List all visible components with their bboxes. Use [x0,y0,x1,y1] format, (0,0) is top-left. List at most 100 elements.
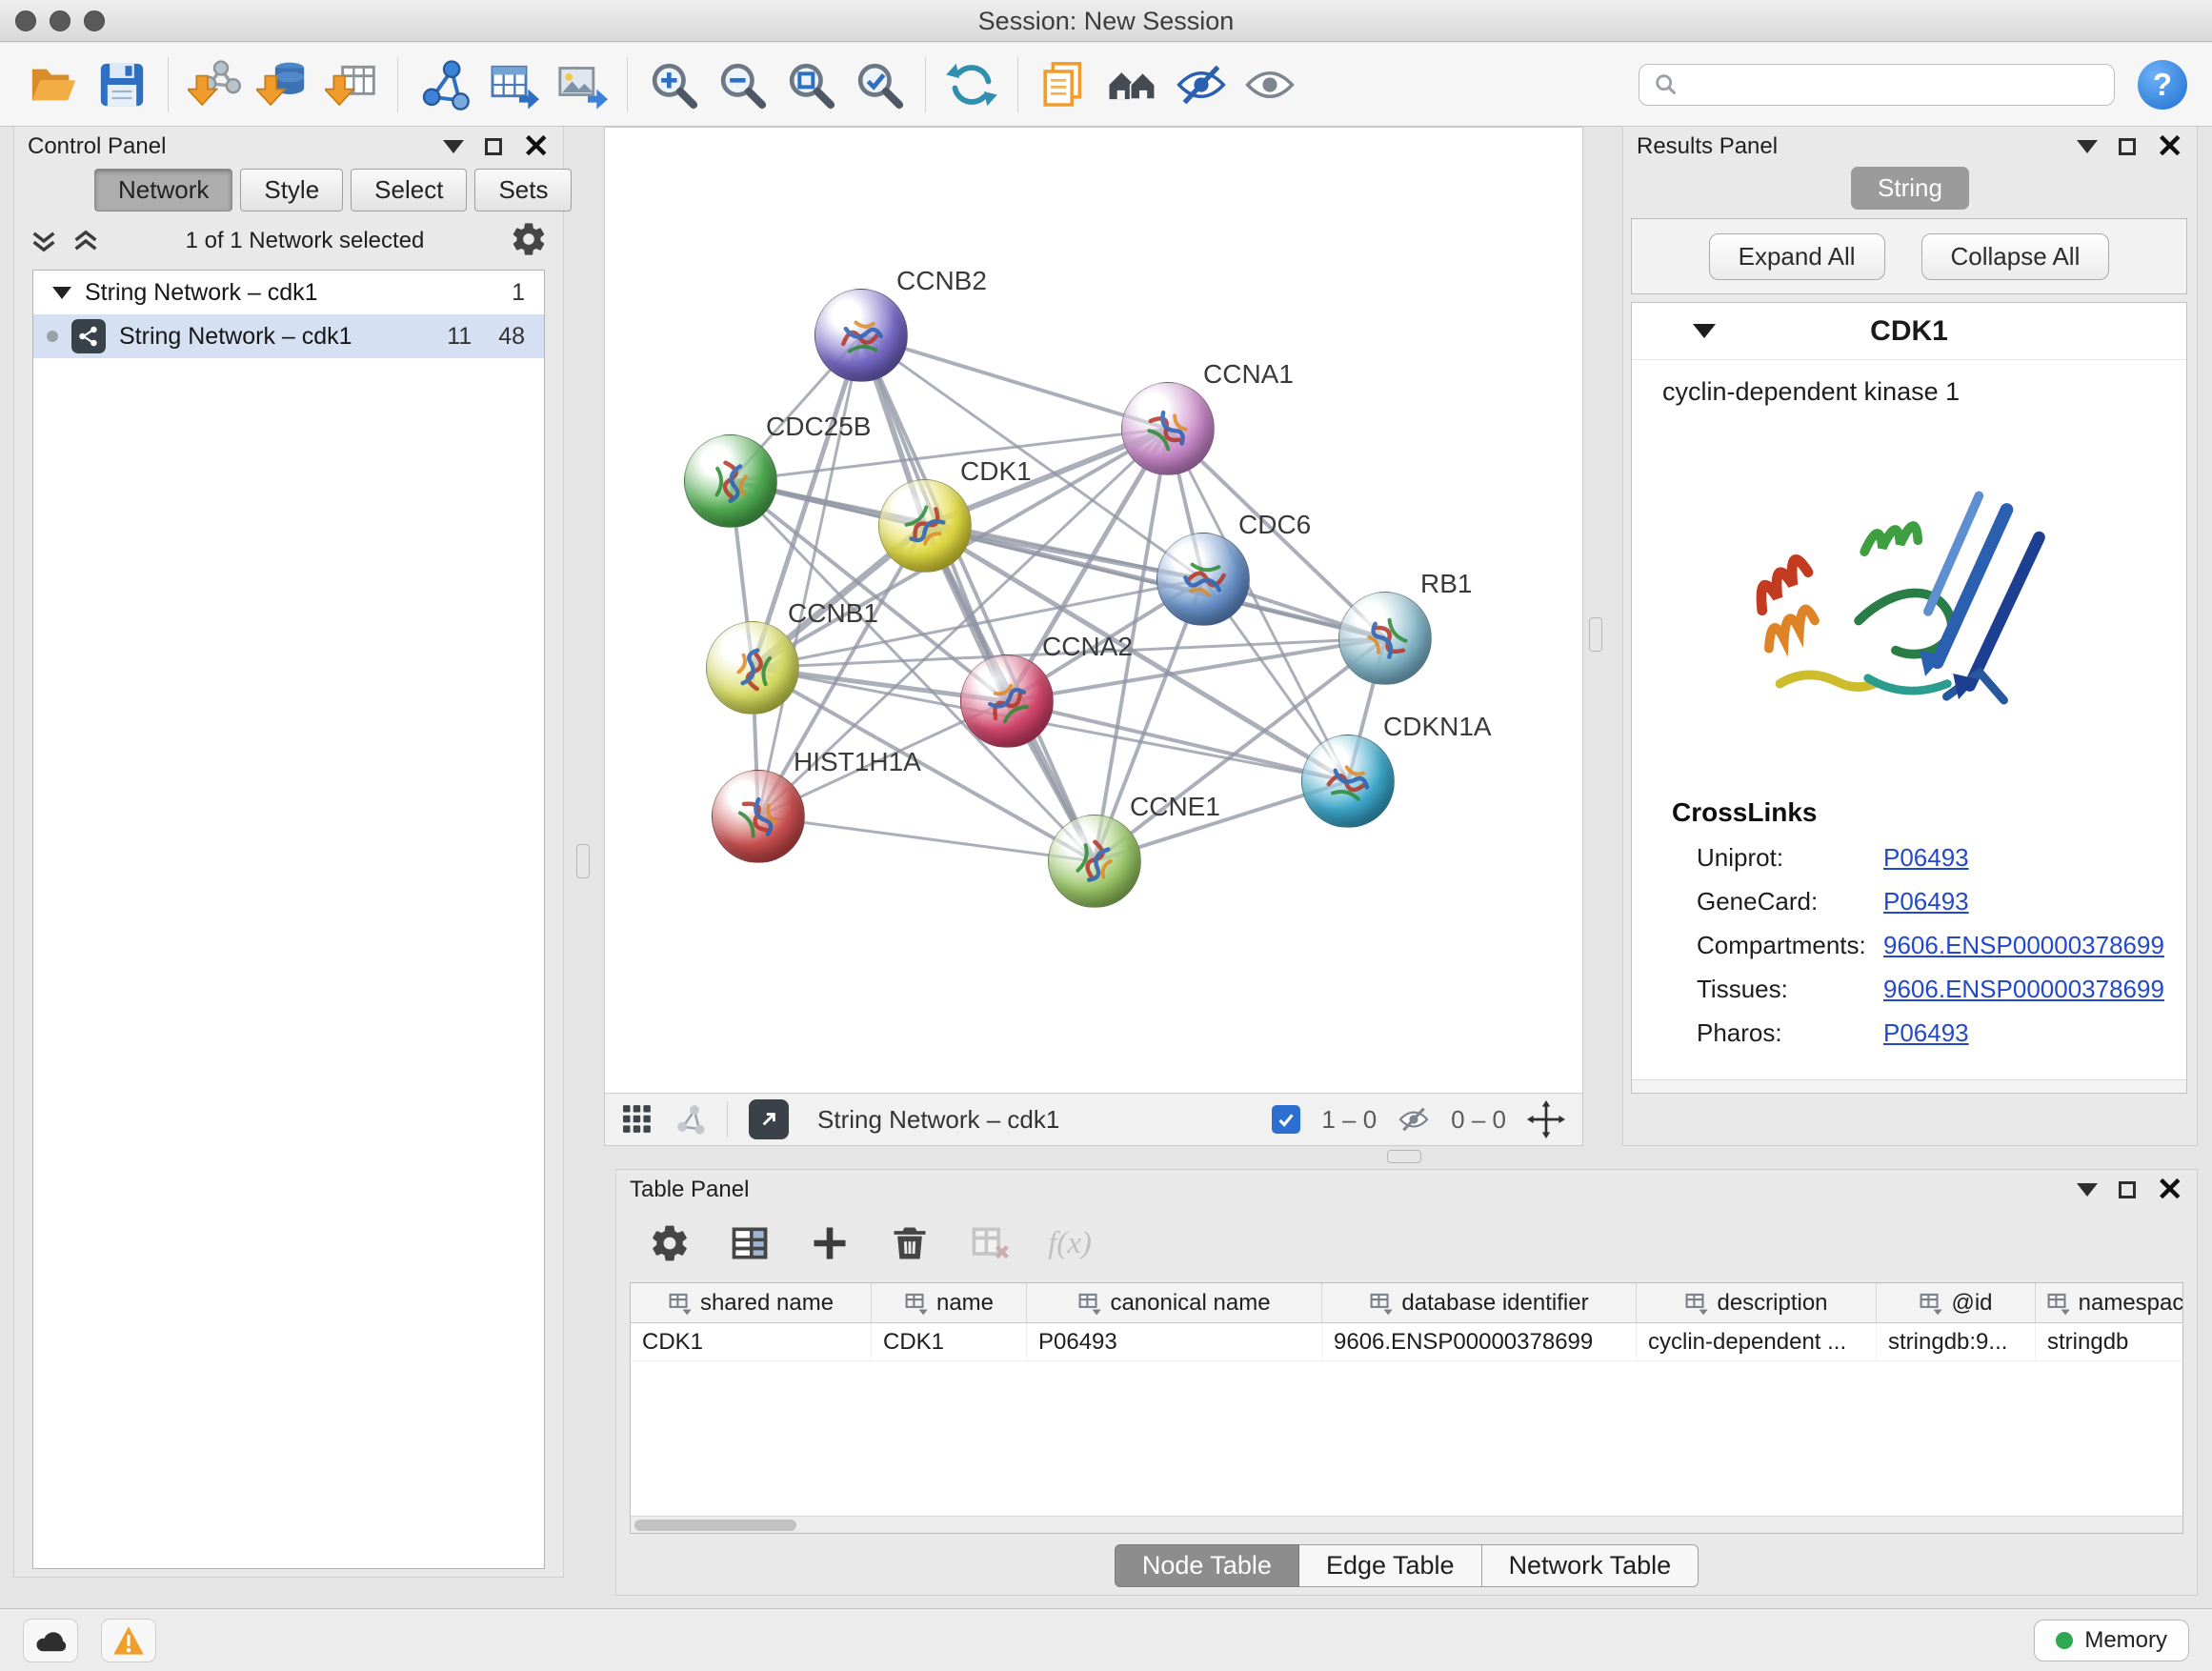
create-column-button[interactable] [805,1218,855,1268]
crosslink-value-link[interactable]: P06493 [1883,843,1969,873]
bottom-splitter-handle[interactable] [1387,1150,1421,1163]
network-row[interactable]: String Network – cdk1 11 48 [33,314,544,358]
network-edge[interactable] [758,816,1095,861]
open-in-new-window-button[interactable] [749,1099,789,1139]
close-panel-icon[interactable]: ✕ [2157,131,2184,163]
collapse-section-icon[interactable] [1693,324,1716,338]
open-session-button[interactable] [19,50,88,119]
tab-sets[interactable]: Sets [474,169,572,211]
scrollbar-thumb[interactable] [634,1520,796,1531]
expand-all-icon[interactable] [71,227,100,255]
network-node-RB1[interactable]: RB1 [1338,592,1432,685]
zoom-in-button[interactable] [639,50,708,119]
export-image-button[interactable] [547,50,615,119]
network-node-CCNA2[interactable]: CCNA2 [960,654,1054,748]
duplicate-button[interactable] [1030,50,1098,119]
grid-view-button[interactable] [622,1104,653,1135]
crosslink-value-link[interactable]: P06493 [1883,887,1969,916]
refresh-button[interactable] [937,50,1006,119]
memory-button[interactable]: Memory [2034,1620,2189,1661]
float-panel-icon[interactable] [2119,1181,2136,1198]
help-button[interactable]: ? [2138,60,2187,110]
hide-selected-button[interactable] [1167,50,1236,119]
export-network-button[interactable] [410,50,478,119]
zoom-out-button[interactable] [708,50,776,119]
network-node-CCNB1[interactable]: CCNB1 [706,621,799,715]
table-horizontal-scrollbar[interactable] [631,1516,2182,1533]
warnings-button[interactable] [101,1619,156,1662]
close-panel-icon[interactable]: ✕ [523,131,551,163]
table-cell[interactable]: stringdb [2036,1323,2183,1360]
crosslink-value-link[interactable]: P06493 [1883,1018,1969,1048]
collapse-all-button[interactable]: Collapse All [1921,233,2110,280]
table-cell[interactable]: CDK1 [872,1323,1027,1360]
table-cell[interactable]: stringdb:9... [1877,1323,2036,1360]
tab-select[interactable]: Select [351,169,467,211]
network-node-CCNE1[interactable]: CCNE1 [1048,815,1141,908]
expand-all-button[interactable]: Expand All [1709,233,1885,280]
crosslink-value-link[interactable]: 9606.ENSP00000378699 [1883,975,2164,1004]
crosslink-value-link[interactable]: 9606.ENSP00000378699 [1883,931,2164,960]
zoom-fit-button[interactable] [776,50,845,119]
export-table-button[interactable] [478,50,547,119]
network-edge[interactable] [861,335,1095,861]
column-header-name[interactable]: name [872,1283,1027,1322]
tab-node-table[interactable]: Node Table [1115,1544,1299,1587]
gene-header-row[interactable]: CDK1 [1632,303,2186,360]
tab-edge-table[interactable]: Edge Table [1299,1544,1482,1587]
network-collection-row[interactable]: String Network – cdk1 1 [33,271,544,314]
column-header-namespac[interactable]: namespac [2036,1283,2183,1322]
table-cell[interactable]: CDK1 [631,1323,872,1360]
results-scrollbar[interactable] [1632,1079,2186,1093]
network-graph[interactable]: CCNB2 CCNA1 CDC25B CDK1 CDC6 RB1 CCNB1 CCNA2 CDK… [605,128,1582,1093]
table-cell[interactable]: P06493 [1027,1323,1322,1360]
cloud-button[interactable] [23,1619,78,1662]
right-splitter-handle[interactable] [1589,617,1602,652]
column-header-shared-name[interactable]: shared name [631,1283,872,1322]
show-columns-button[interactable] [725,1218,774,1268]
network-edge[interactable] [758,335,861,816]
panel-menu-icon[interactable] [2077,1183,2098,1197]
tab-network-table[interactable]: Network Table [1482,1544,1699,1587]
panel-menu-icon[interactable] [443,140,464,153]
tab-network[interactable]: Network [94,169,232,211]
network-node-CCNA1[interactable]: CCNA1 [1121,382,1215,475]
float-panel-icon[interactable] [2119,138,2136,155]
tree-expander-icon[interactable] [52,287,71,299]
table-cell[interactable]: cyclin-dependent ... [1637,1323,1877,1360]
search-input[interactable] [1689,71,2101,98]
tab-style[interactable]: Style [240,169,343,211]
network-node-CDK1[interactable]: CDK1 [878,479,972,573]
collapse-all-icon[interactable] [30,227,58,255]
table-row[interactable]: CDK1CDK1P064939606.ENSP00000378699cyclin… [631,1323,2182,1361]
network-node-CCNB2[interactable]: CCNB2 [814,289,908,382]
search-box[interactable] [1639,64,2115,106]
column-header-description[interactable]: description [1637,1283,1877,1322]
float-panel-icon[interactable] [485,138,502,155]
import-network-from-file-button[interactable] [180,50,249,119]
close-panel-icon[interactable]: ✕ [2157,1174,2184,1206]
table-cell[interactable]: 9606.ENSP00000378699 [1322,1323,1637,1360]
save-session-button[interactable] [88,50,156,119]
network-node-HIST1H1A[interactable]: HIST1H1A [712,770,805,863]
network-overview-button[interactable] [674,1103,706,1136]
network-options-button[interactable] [510,220,548,263]
table-options-button[interactable] [645,1218,694,1268]
import-table-from-file-button[interactable] [317,50,386,119]
zoom-selected-button[interactable] [845,50,914,119]
selected-checkbox-icon[interactable] [1272,1105,1300,1134]
left-splitter-handle[interactable] [576,844,590,878]
network-node-CDC6[interactable]: CDC6 [1156,533,1250,626]
import-network-from-database-button[interactable] [249,50,317,119]
column-header-database-identifier[interactable]: database identifier [1322,1283,1637,1322]
network-edge[interactable] [1007,701,1348,781]
tab-string[interactable]: String [1851,167,1969,210]
column-header--id[interactable]: @id [1877,1283,2036,1322]
show-all-button[interactable] [1236,50,1304,119]
network-node-CDKN1A[interactable]: CDKN1A [1301,735,1395,828]
column-header-canonical-name[interactable]: canonical name [1027,1283,1322,1322]
pan-tool-button[interactable] [1527,1100,1565,1138]
network-node-CDC25B[interactable]: CDC25B [684,434,777,528]
home-button[interactable] [1098,50,1167,119]
panel-menu-icon[interactable] [2077,140,2098,153]
